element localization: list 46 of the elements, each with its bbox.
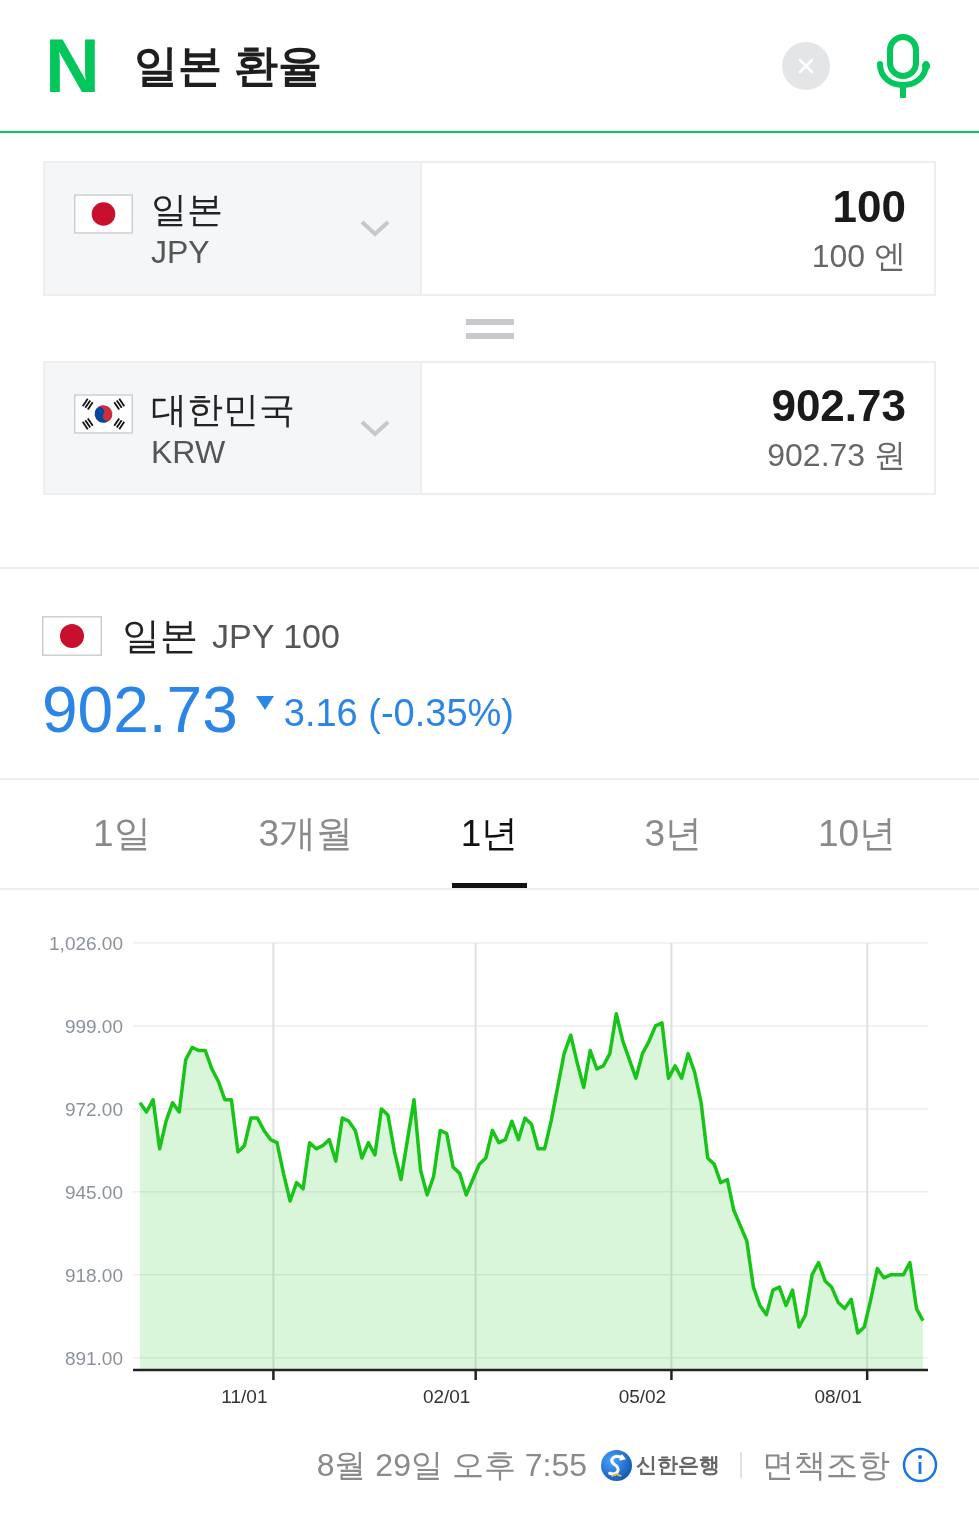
voice-search-button[interactable] — [876, 33, 931, 98]
y-axis-label: 891.00 — [64, 1347, 123, 1369]
amount-in-words: 100 엔 — [811, 236, 906, 276]
period-tab[interactable]: 3년 — [635, 780, 712, 888]
disclaimer-link[interactable]: 면책조항 — [762, 1441, 890, 1489]
chevron-down-icon — [360, 220, 390, 237]
japan-flag-icon — [74, 194, 133, 234]
country-name: 일본 — [151, 188, 223, 232]
clear-button[interactable] — [782, 41, 830, 90]
y-axis-label: 945.00 — [64, 1181, 123, 1203]
microphone-icon — [876, 33, 931, 98]
bank-name: 신한은행 — [636, 1452, 720, 1479]
x-axis-label: 11/01 — [221, 1386, 268, 1407]
currency-code: JPY — [151, 233, 211, 272]
amount-in-words: 902.73 원 — [767, 436, 906, 475]
x-axis-label: 08/01 — [814, 1386, 862, 1407]
x-axis-label: 05/02 — [618, 1386, 667, 1407]
amount-value: 100 — [832, 181, 906, 232]
korea-flag-icon — [74, 394, 133, 434]
y-axis-label: 972.00 — [64, 1098, 123, 1120]
bank-logo-icon — [601, 1449, 632, 1481]
country-name: 대한민국 — [151, 388, 295, 432]
x-axis-label: 02/01 — [422, 1386, 471, 1407]
currency-selector[interactable]: 대한민국 KRW — [45, 363, 422, 493]
period-tab[interactable]: 1일 — [84, 780, 160, 888]
period-tab[interactable]: 1년 — [451, 780, 528, 888]
y-axis-label: 1,026.00 — [49, 933, 123, 954]
period-tab[interactable]: 3개월 — [249, 780, 362, 888]
japan-flag-icon — [42, 616, 102, 656]
currency-unit: JPY 100 — [212, 616, 340, 657]
close-icon — [798, 57, 814, 74]
period-tab[interactable]: 10년 — [809, 780, 906, 888]
equals-icon — [465, 318, 514, 339]
rate-change: 3.16 (-0.35%) — [283, 691, 514, 736]
chevron-down-icon — [360, 420, 390, 437]
amount-value: 902.73 — [771, 381, 906, 431]
update-time: 8월 29일 오후 7:55 — [316, 1446, 587, 1485]
info-icon[interactable] — [902, 1447, 938, 1483]
currency-code: KRW — [151, 433, 227, 472]
y-axis-label: 918.00 — [64, 1264, 123, 1286]
search-query[interactable]: 일본 환율 — [133, 43, 323, 88]
y-axis-label: 999.00 — [64, 1015, 123, 1037]
exchange-rate: 902.73 — [42, 675, 238, 745]
currency-selector[interactable]: 일본 JPY — [45, 163, 422, 294]
country-name: 일본 — [122, 614, 198, 659]
logo[interactable]: N — [45, 27, 100, 104]
